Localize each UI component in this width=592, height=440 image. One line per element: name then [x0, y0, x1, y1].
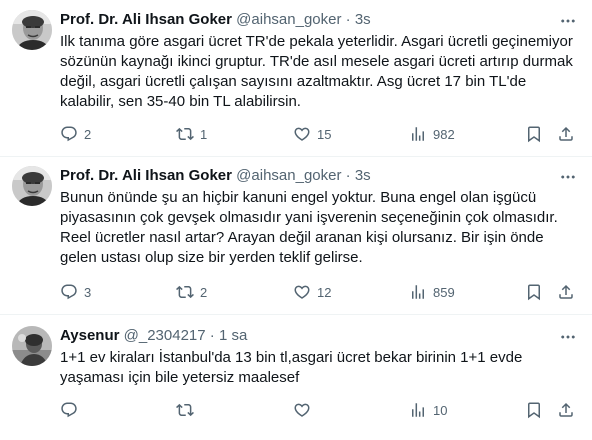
views-button[interactable]: 859	[409, 282, 455, 302]
share-icon	[557, 401, 575, 419]
tweet-actions: 2 1 15 982	[60, 124, 584, 144]
tweet-actions: 10	[60, 400, 584, 420]
views-count: 982	[433, 126, 455, 142]
author-name[interactable]: Prof. Dr. Ali Ihsan Goker	[60, 11, 232, 28]
retweet-button[interactable]: 2	[176, 282, 207, 302]
reply-icon	[60, 283, 78, 301]
divider	[0, 156, 592, 157]
tweet-time[interactable]: 1 sa	[219, 327, 247, 344]
bookmark-icon	[525, 283, 543, 301]
more-dots-icon	[559, 328, 577, 346]
reply-icon	[60, 401, 78, 419]
bookmark-button[interactable]	[525, 282, 543, 302]
separator-dot: ·	[209, 327, 215, 344]
author-name[interactable]: Aysenur	[60, 327, 119, 344]
reply-button[interactable]: 2	[60, 124, 91, 144]
views-icon	[409, 401, 427, 419]
tweet-text: Bunun önünde şu an hiçbir kanuni engel y…	[60, 189, 558, 266]
more-options-button[interactable]	[558, 328, 578, 346]
like-button[interactable]: 12	[293, 282, 331, 302]
like-button[interactable]	[293, 400, 317, 420]
retweet-button[interactable]	[176, 400, 200, 420]
tweet-text: 1+1 ev kiraları İstanbul'da 13 bin tl,as…	[60, 349, 523, 386]
separator-dot: ·	[345, 11, 351, 28]
heart-icon	[293, 125, 311, 143]
divider	[0, 314, 592, 315]
retweet-icon	[176, 125, 194, 143]
more-options-button[interactable]	[558, 12, 578, 30]
tweet-header: Prof. Dr. Ali Ihsan Goker @aihsan_goker …	[60, 166, 371, 186]
bookmark-icon	[525, 401, 543, 419]
more-options-button[interactable]	[558, 168, 578, 186]
reply-count: 2	[84, 126, 92, 142]
views-count: 10	[433, 402, 448, 418]
share-button[interactable]	[557, 400, 575, 420]
reply-button[interactable]	[60, 400, 84, 420]
heart-icon	[293, 283, 311, 301]
tweet-time[interactable]: 3s	[355, 167, 371, 184]
share-button[interactable]	[557, 124, 575, 144]
bookmark-button[interactable]	[525, 124, 543, 144]
views-icon	[409, 283, 427, 301]
author-handle[interactable]: @aihsan_goker	[236, 11, 341, 28]
retweet-icon	[176, 283, 194, 301]
views-icon	[409, 125, 427, 143]
retweet-button[interactable]: 1	[176, 124, 207, 144]
bookmark-button[interactable]	[525, 400, 543, 420]
avatar[interactable]	[12, 10, 52, 50]
tweet-header: Aysenur @_2304217 · 1 sa	[60, 326, 247, 346]
like-count: 15	[317, 126, 332, 142]
author-handle[interactable]: @aihsan_goker	[236, 167, 341, 184]
tweet-actions: 3 2 12 859	[60, 282, 584, 302]
views-button[interactable]: 982	[409, 124, 455, 144]
more-dots-icon	[559, 12, 577, 30]
like-button[interactable]: 15	[293, 124, 331, 144]
tweet-header: Prof. Dr. Ali Ihsan Goker @aihsan_goker …	[60, 10, 371, 30]
views-count: 859	[433, 284, 455, 300]
tweet-time[interactable]: 3s	[355, 11, 371, 28]
share-button[interactable]	[557, 282, 575, 302]
avatar[interactable]	[12, 166, 52, 206]
bookmark-icon	[525, 125, 543, 143]
views-button[interactable]: 10	[409, 400, 447, 420]
avatar[interactable]	[12, 326, 52, 366]
separator-dot: ·	[345, 167, 351, 184]
share-icon	[557, 283, 575, 301]
reply-count: 3	[84, 284, 92, 300]
author-handle[interactable]: @_2304217	[124, 327, 206, 344]
like-count: 12	[317, 284, 332, 300]
heart-icon	[293, 401, 311, 419]
more-dots-icon	[559, 168, 577, 186]
retweet-icon	[176, 401, 194, 419]
retweet-count: 1	[200, 126, 208, 142]
reply-button[interactable]: 3	[60, 282, 91, 302]
author-name[interactable]: Prof. Dr. Ali Ihsan Goker	[60, 167, 232, 184]
share-icon	[557, 125, 575, 143]
reply-icon	[60, 125, 78, 143]
tweet-text: Ilk tanıma göre asgari ücret TR'de pekal…	[60, 33, 573, 110]
retweet-count: 2	[200, 284, 208, 300]
